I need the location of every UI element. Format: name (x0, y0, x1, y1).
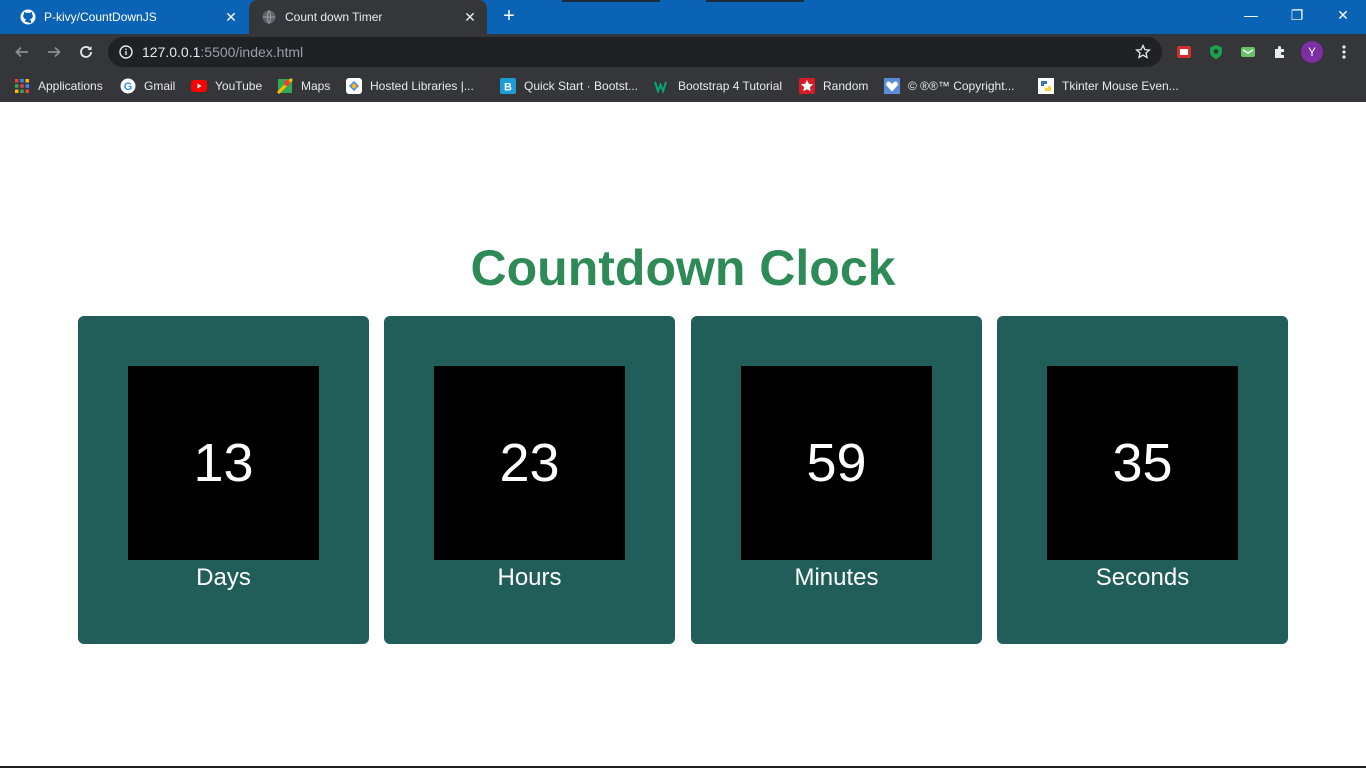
browser-title-bar: P-kivy/CountDownJS ✕ Count down Timer ✕ … (0, 0, 1366, 34)
countdown-card-hours: 23 Hours (384, 316, 675, 644)
forward-button[interactable] (42, 40, 66, 64)
tab-countdown-timer[interactable]: Count down Timer ✕ (249, 0, 487, 34)
hours-label: Hours (497, 564, 562, 591)
maps-icon (277, 78, 293, 94)
youtube-icon (191, 78, 207, 94)
github-icon (20, 9, 36, 25)
days-value: 13 (128, 366, 319, 560)
browser-toolbar: 127.0.0.1:5500/index.html Y (0, 34, 1366, 70)
hosted-libraries-icon (346, 78, 362, 94)
bookmark-random[interactable]: Random (799, 76, 868, 96)
extension-pocket-icon[interactable] (1174, 42, 1194, 62)
browser-menu-icon[interactable] (1334, 42, 1354, 62)
bookmark-label: Bootstrap 4 Tutorial (678, 79, 783, 93)
svg-text:G: G (124, 81, 133, 93)
bookmark-applications[interactable]: Applications (14, 76, 103, 96)
w3schools-icon (654, 78, 670, 94)
days-label: Days (196, 564, 251, 591)
bookmark-label: Quick Start · Bootst... (524, 79, 639, 93)
extension-mail-icon[interactable] (1238, 42, 1258, 62)
tab-title: P-kivy/CountDownJS (44, 10, 157, 24)
bookmark-copyright[interactable]: © ®®™ Copyright... (884, 76, 1015, 96)
page-title: Countdown Clock (470, 240, 896, 296)
globe-icon (261, 9, 277, 25)
reload-icon (80, 46, 92, 58)
bookmark-quick-start-bootstrap[interactable]: B Quick Start · Bootst... (500, 76, 638, 96)
bookmark-youtube[interactable]: YouTube (191, 76, 262, 96)
countdown-card-days: 13 Days (78, 316, 369, 644)
bookmark-gmail[interactable]: G Gmail (120, 76, 175, 96)
bookmark-label: Tkinter Mouse Even... (1062, 79, 1179, 93)
site-info-icon[interactable] (118, 44, 134, 60)
apps-grid-icon (14, 78, 30, 94)
hours-value: 23 (434, 366, 625, 560)
bookmark-star-icon[interactable] (1134, 43, 1152, 61)
bookmark-bootstrap-4-tutorial[interactable]: Bootstrap 4 Tutorial (654, 76, 782, 96)
seconds-value: 35 (1047, 366, 1238, 560)
tab-title: Count down Timer (285, 10, 383, 24)
reload-button[interactable] (74, 40, 98, 64)
url-path: :5500/index.html (200, 44, 304, 60)
extensions-puzzle-icon[interactable] (1270, 42, 1290, 62)
bookmark-label: YouTube (215, 79, 263, 93)
heart-icon (884, 78, 900, 94)
minimize-button[interactable]: — (1228, 0, 1274, 30)
countdown-card-minutes: 59 Minutes (691, 316, 982, 644)
bookmark-hosted-libraries[interactable]: Hosted Libraries |... (346, 76, 474, 96)
back-button[interactable] (10, 40, 34, 64)
bookmark-maps[interactable]: Maps (277, 76, 330, 96)
bootstrap-icon: B (500, 78, 516, 94)
tab-close-icon[interactable]: ✕ (461, 8, 479, 26)
extension-shield-icon[interactable] (1206, 42, 1226, 62)
close-window-button[interactable]: ✕ (1320, 0, 1366, 30)
new-tab-button[interactable]: + (498, 6, 520, 28)
bookmark-tkinter-mouse-events[interactable]: Tkinter Mouse Even... (1038, 76, 1179, 96)
bookmark-label: Maps (301, 79, 331, 93)
minutes-label: Minutes (794, 564, 879, 591)
address-bar[interactable]: 127.0.0.1:5500/index.html (108, 37, 1162, 67)
forward-arrow-icon (48, 46, 61, 58)
bookmarks-bar: Applications G Gmail YouTube Maps Hosted… (0, 70, 1366, 102)
tab-github[interactable]: P-kivy/CountDownJS ✕ (8, 0, 248, 34)
seconds-label: Seconds (1095, 564, 1190, 591)
bookmark-label: © ®®™ Copyright... (908, 79, 1015, 93)
tab-strip-indicator (562, 0, 660, 2)
minutes-value: 59 (741, 366, 932, 560)
star-icon (799, 78, 815, 94)
bookmark-label: Hosted Libraries |... (370, 79, 474, 93)
page-viewport: Countdown Clock 13 Days 23 Hours 59 Minu… (0, 102, 1366, 768)
countdown-card-seconds: 35 Seconds (997, 316, 1288, 644)
python-icon (1038, 78, 1054, 94)
bookmark-label: Applications (38, 79, 103, 93)
bookmark-label: Random (823, 79, 869, 93)
tab-strip-indicator (706, 0, 804, 2)
google-icon: G (120, 78, 136, 94)
tab-close-icon[interactable]: ✕ (222, 8, 240, 26)
url-host: 127.0.0.1 (142, 44, 201, 60)
svg-text:B: B (504, 82, 512, 94)
back-arrow-icon (15, 46, 28, 58)
restore-button[interactable]: ❐ (1274, 0, 1320, 30)
profile-avatar[interactable]: Y (1301, 41, 1323, 63)
bookmark-label: Gmail (144, 79, 176, 93)
